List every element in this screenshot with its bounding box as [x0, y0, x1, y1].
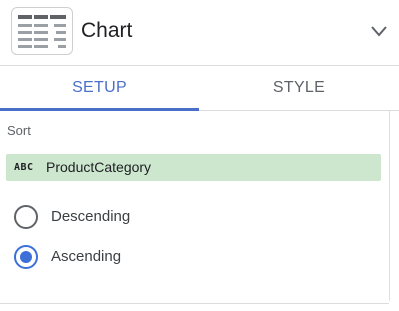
sort-section-label: Sort [7, 123, 31, 138]
panel-tabs: SETUP STYLE [0, 66, 399, 111]
text-type-icon: ABC [14, 162, 34, 173]
chart-properties-panel: Chart SETUP STYLE Sort ABC ProductCatego… [0, 0, 399, 311]
chevron-down-icon [371, 26, 387, 37]
radio-unchecked-icon[interactable] [13, 204, 39, 230]
tab-style[interactable]: STYLE [199, 66, 399, 110]
scroll-divider [389, 111, 390, 301]
sort-descending-label: Descending [51, 208, 131, 225]
table-chart-icon [11, 7, 73, 55]
section-divider [0, 303, 389, 304]
panel-header: Chart [0, 0, 399, 66]
sort-field-chip[interactable]: ABC ProductCategory [6, 154, 381, 181]
chart-type-title: Chart [81, 19, 133, 42]
radio-checked-icon[interactable] [13, 244, 39, 270]
collapse-button[interactable] [366, 18, 392, 44]
sort-field-name: ProductCategory [46, 159, 152, 175]
sort-ascending-label: Ascending [51, 248, 122, 265]
tab-setup[interactable]: SETUP [0, 66, 199, 111]
